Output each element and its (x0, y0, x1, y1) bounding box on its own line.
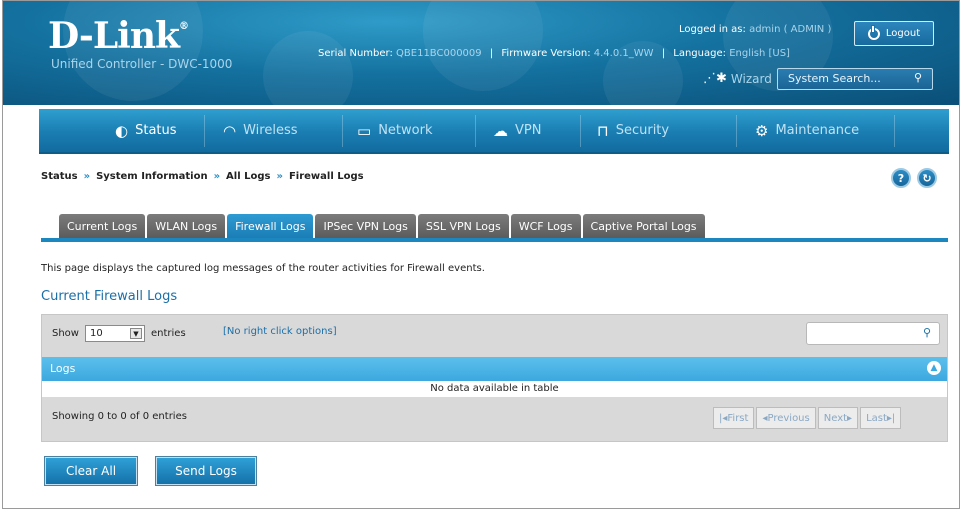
tab-wlan-logs[interactable]: WLAN Logs (147, 214, 226, 239)
table-info: Showing 0 to 0 of 0 entries (52, 411, 187, 422)
monitor-icon: ▭ (357, 121, 372, 140)
system-search-input[interactable]: System Search... ⚲ (777, 68, 933, 90)
log-tabs: Current Logs WLAN Logs Firewall Logs IPS… (59, 214, 705, 239)
tab-ipsec-vpn-logs[interactable]: IPSec VPN Logs (315, 214, 416, 239)
clear-all-button[interactable]: Clear All (45, 457, 137, 485)
firmware-version: 4.4.0.1_WW (593, 48, 654, 59)
power-icon (867, 25, 880, 40)
product-subtitle: Unified Controller - DWC-1000 (51, 57, 233, 71)
nav-wireless[interactable]: ◠ Wireless (223, 109, 298, 152)
tab-current-logs[interactable]: Current Logs (59, 214, 146, 239)
breadcrumb-all-logs[interactable]: All Logs (226, 171, 270, 182)
sort-up-icon[interactable]: ▲ (927, 361, 941, 375)
chevron-down-icon[interactable]: ▼ (129, 328, 142, 339)
dashboard-icon: ◐ (115, 121, 129, 140)
dlink-logo: D-Link® (48, 15, 189, 57)
wizard-link[interactable]: ⋰✱ Wizard (703, 71, 772, 86)
first-icon: |◂ (719, 412, 728, 424)
magic-wand-icon: ⋰✱ (703, 71, 727, 86)
language-link[interactable]: English [US] (729, 48, 790, 59)
nav-network[interactable]: ▭ Network (357, 109, 432, 152)
empty-table-message: No data available in table (42, 381, 947, 397)
logout-button[interactable]: Logout (854, 21, 934, 46)
serial-number: QBE11BC000009 (396, 48, 482, 59)
table-search-input[interactable]: ⚲ (806, 322, 940, 345)
help-icon[interactable]: ? (891, 168, 911, 188)
last-page-button[interactable]: Last ▸| (860, 407, 902, 429)
gears-icon: ⚙ (755, 121, 769, 140)
logged-in-user: admin ( ADMIN ) (749, 24, 832, 35)
search-icon[interactable]: ⚲ (914, 71, 922, 84)
refresh-icon[interactable]: ↻ (917, 168, 937, 188)
last-icon: ▸| (886, 412, 896, 424)
main-nav: ◐ Status ◠ Wireless ▭ Network ☁ VPN ⊓ Se… (39, 109, 949, 154)
cloud-lock-icon: ☁ (493, 121, 508, 140)
tab-captive-portal-logs[interactable]: Captive Portal Logs (582, 214, 705, 239)
search-icon[interactable]: ⚲ (923, 326, 931, 339)
nav-vpn[interactable]: ☁ VPN (493, 109, 541, 152)
device-info: Serial Number: QBE11BC000009 | Firmware … (318, 48, 790, 59)
section-title: Current Firewall Logs (41, 289, 178, 304)
page-frame: D-Link® Unified Controller - DWC-1000 Se… (2, 0, 960, 509)
next-page-button[interactable]: Next ▸ (817, 407, 859, 429)
logs-column-header[interactable]: Logs ▲ (42, 357, 947, 381)
pagination: |◂ First ◂ Previous Next ▸ Last ▸| (713, 407, 902, 429)
nav-maintenance[interactable]: ⚙ Maintenance (755, 109, 859, 152)
breadcrumb-system-information[interactable]: System Information (96, 171, 208, 182)
first-page-button[interactable]: |◂ First (713, 407, 755, 429)
logged-in-info: Logged in as: admin ( ADMIN ) (679, 24, 832, 35)
no-right-click-note: [No right click options] (223, 326, 337, 337)
breadcrumb-status[interactable]: Status (41, 171, 78, 182)
page-length-control: Show 10 ▼ entries (52, 325, 186, 342)
wifi-icon: ◠ (223, 121, 237, 140)
page-description: This page displays the captured log mess… (41, 263, 485, 274)
next-icon: ▸ (847, 412, 853, 424)
breadcrumb-firewall-logs: Firewall Logs (288, 171, 364, 182)
tab-ssl-vpn-logs[interactable]: SSL VPN Logs (417, 214, 509, 239)
tab-firewall-logs[interactable]: Firewall Logs (227, 214, 314, 239)
breadcrumb: Status» System Information» All Logs» Firew… (41, 171, 364, 182)
entries-select[interactable]: 10 ▼ (84, 325, 145, 342)
tab-wcf-logs[interactable]: WCF Logs (510, 214, 581, 239)
nav-status[interactable]: ◐ Status (115, 109, 177, 152)
nav-security[interactable]: ⊓ Security (597, 109, 669, 152)
previous-page-button[interactable]: ◂ Previous (756, 407, 816, 429)
tab-underline (41, 238, 948, 242)
send-logs-button[interactable]: Send Logs (156, 457, 256, 485)
logs-table-panel: Show 10 ▼ entries [No right click option… (41, 314, 948, 442)
header: D-Link® Unified Controller - DWC-1000 Se… (3, 1, 959, 105)
lock-icon: ⊓ (597, 121, 609, 140)
